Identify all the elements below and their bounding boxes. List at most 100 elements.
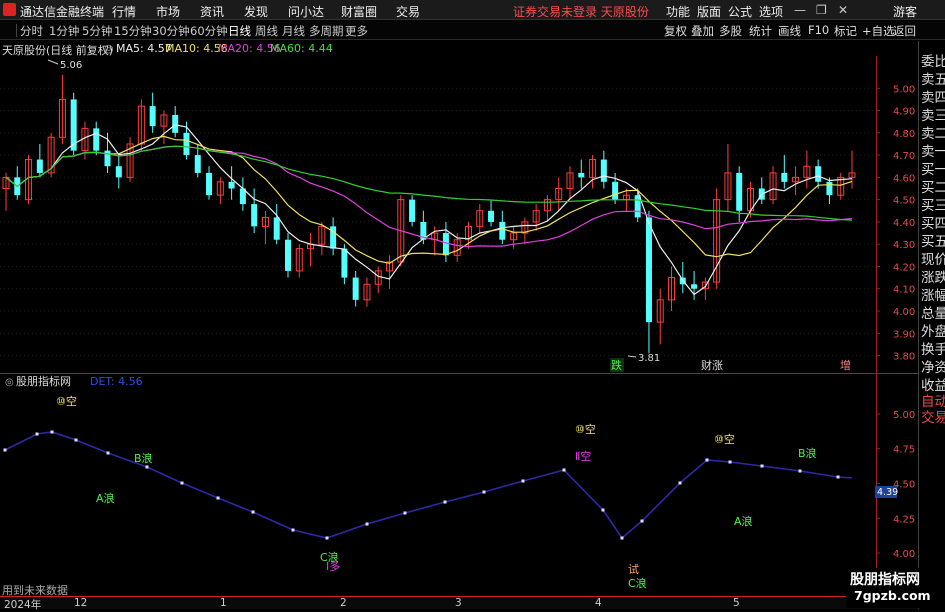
candle-body bbox=[273, 217, 280, 240]
candle-body bbox=[228, 181, 235, 189]
candle-body bbox=[36, 159, 43, 173]
price-tick-label: 5.00 bbox=[893, 84, 915, 95]
indicator-point bbox=[291, 528, 295, 532]
indicator-point bbox=[443, 500, 447, 504]
wave-label: Ⅱ空 bbox=[575, 449, 591, 463]
indicator-point bbox=[106, 451, 110, 455]
side-panel-item[interactable]: 卖三 bbox=[921, 104, 945, 124]
price-tick-label: 3.90 bbox=[893, 329, 915, 340]
side-panel-item[interactable]: 买一 bbox=[921, 158, 945, 178]
wave-label: B浪 bbox=[798, 446, 817, 460]
time-label-dec: 12 bbox=[74, 597, 88, 609]
indicator-point bbox=[601, 508, 605, 512]
indicator-point bbox=[728, 460, 732, 464]
indicator-settings-icon[interactable]: ◎ bbox=[5, 377, 14, 388]
price-tick-label: 4.80 bbox=[893, 129, 915, 140]
candle-body bbox=[600, 159, 607, 182]
price-axis: 5.00 4.90 4.80 4.70 4.60 4.50 4.40 4.30 4.20 4.10… bbox=[876, 84, 915, 363]
wave-label: ⑩空 bbox=[714, 432, 735, 446]
side-panel-item[interactable]: 净资 bbox=[921, 356, 945, 376]
price-tick-label: 4.60 bbox=[893, 173, 915, 184]
candle-body bbox=[341, 248, 348, 278]
price-tick-label: 4.00 bbox=[893, 307, 915, 318]
indicator-point bbox=[836, 475, 840, 479]
side-panel-item[interactable]: 总量 bbox=[921, 302, 945, 322]
candle-body bbox=[409, 199, 416, 222]
indicator-point bbox=[3, 448, 7, 452]
candle-body bbox=[206, 172, 213, 196]
side-panel-item[interactable]: 卖二 bbox=[921, 122, 945, 142]
candle-body bbox=[578, 172, 585, 178]
candle-body bbox=[488, 210, 495, 222]
indicator-point bbox=[325, 536, 329, 540]
side-panel-item[interactable]: 换手 bbox=[921, 338, 945, 358]
wave-label: C浪 bbox=[628, 576, 647, 590]
side-panel-item[interactable]: 买三 bbox=[921, 194, 945, 214]
indicator-point bbox=[705, 458, 709, 462]
candle-body bbox=[612, 181, 619, 200]
candle-body bbox=[645, 217, 652, 323]
indicator-point bbox=[521, 479, 525, 483]
caizhang-marker[interactable]: 财涨 bbox=[701, 358, 723, 372]
price-tick-label: 4.90 bbox=[893, 107, 915, 118]
indicator-point bbox=[216, 496, 220, 500]
candle-body bbox=[115, 166, 122, 178]
side-panel-item[interactable]: 涨跌 bbox=[921, 266, 945, 286]
time-label-jan: 1 bbox=[220, 597, 227, 609]
indicator-point bbox=[35, 432, 39, 436]
wave-label: Ⅰ多 bbox=[326, 559, 340, 573]
candle-body bbox=[285, 239, 291, 271]
candle-body bbox=[815, 166, 822, 182]
quote-side-panel: 委比 卖五 卖四 卖三 卖二 卖一 买一 买二 买三 买四 买五 现价 涨跌 涨幅 总量 外盘 换手 净资 收益 自动… bbox=[918, 41, 945, 609]
candle-body bbox=[251, 204, 258, 227]
indicator-point bbox=[482, 490, 486, 494]
high-price-label: 5.06 bbox=[60, 60, 82, 71]
indicator-line bbox=[3, 430, 853, 540]
candles bbox=[2, 74, 856, 354]
zeng-marker[interactable]: 增 bbox=[840, 358, 851, 372]
side-panel-item[interactable]: 外盘 bbox=[921, 320, 945, 340]
side-panel-item[interactable]: 涨幅 bbox=[921, 284, 945, 304]
indicator-name: 股朋指标网 bbox=[16, 374, 71, 388]
die-marker[interactable]: 跌 bbox=[611, 358, 622, 372]
price-tick-label: 4.70 bbox=[893, 151, 915, 162]
side-panel-item[interactable]: 委比 bbox=[921, 50, 945, 70]
indicator-point bbox=[403, 511, 407, 515]
candle-body bbox=[149, 106, 156, 127]
indicator-point bbox=[145, 465, 149, 469]
kline-chart[interactable]: 5.00 4.90 4.80 4.70 4.60 4.50 4.40 4.30 4.20 4.10… bbox=[0, 0, 918, 596]
side-panel-item[interactable]: 买五 bbox=[921, 230, 945, 250]
candle-body bbox=[194, 155, 201, 173]
indicator-tick-label: 4.25 bbox=[893, 514, 915, 525]
price-tick-label: 4.40 bbox=[893, 218, 915, 229]
candle-body bbox=[736, 172, 743, 211]
indicator-point bbox=[365, 522, 369, 526]
side-panel-item[interactable]: 卖四 bbox=[921, 86, 945, 106]
watermark-line1: 股朋指标网 bbox=[850, 572, 920, 588]
side-panel-item[interactable]: 买四 bbox=[921, 212, 945, 232]
candle-body bbox=[93, 128, 100, 151]
side-panel-item[interactable]: 交易 bbox=[921, 406, 945, 426]
wave-label: 试 bbox=[628, 563, 639, 576]
side-panel-item[interactable]: 卖五 bbox=[921, 68, 945, 88]
price-tick-label: 4.30 bbox=[893, 240, 915, 251]
time-label-year: 2024年 bbox=[4, 599, 42, 611]
candle-body bbox=[781, 172, 788, 182]
high-marker-line bbox=[47, 59, 59, 65]
candle-body bbox=[352, 277, 359, 300]
indicator-point bbox=[620, 536, 624, 540]
time-label-may: 5 bbox=[733, 597, 740, 609]
price-tick-label: 4.10 bbox=[893, 285, 915, 296]
price-tick-label: 3.80 bbox=[893, 352, 915, 363]
watermark: 股朋指标网 7gpzb.com bbox=[846, 568, 942, 608]
wave-label: A浪 bbox=[96, 491, 115, 505]
watermark-line2: 7gpzb.com bbox=[854, 588, 931, 603]
side-panel-item[interactable]: 现价 bbox=[921, 248, 945, 268]
indicator-value: DET: 4.56 bbox=[90, 375, 143, 388]
time-label-feb: 2 bbox=[340, 597, 347, 609]
side-panel-item[interactable]: 卖一 bbox=[921, 140, 945, 160]
wave-label: ⑩空 bbox=[575, 422, 596, 436]
indicator-point bbox=[640, 519, 644, 523]
side-panel-item[interactable]: 买二 bbox=[921, 176, 945, 196]
indicator-point bbox=[562, 468, 566, 472]
